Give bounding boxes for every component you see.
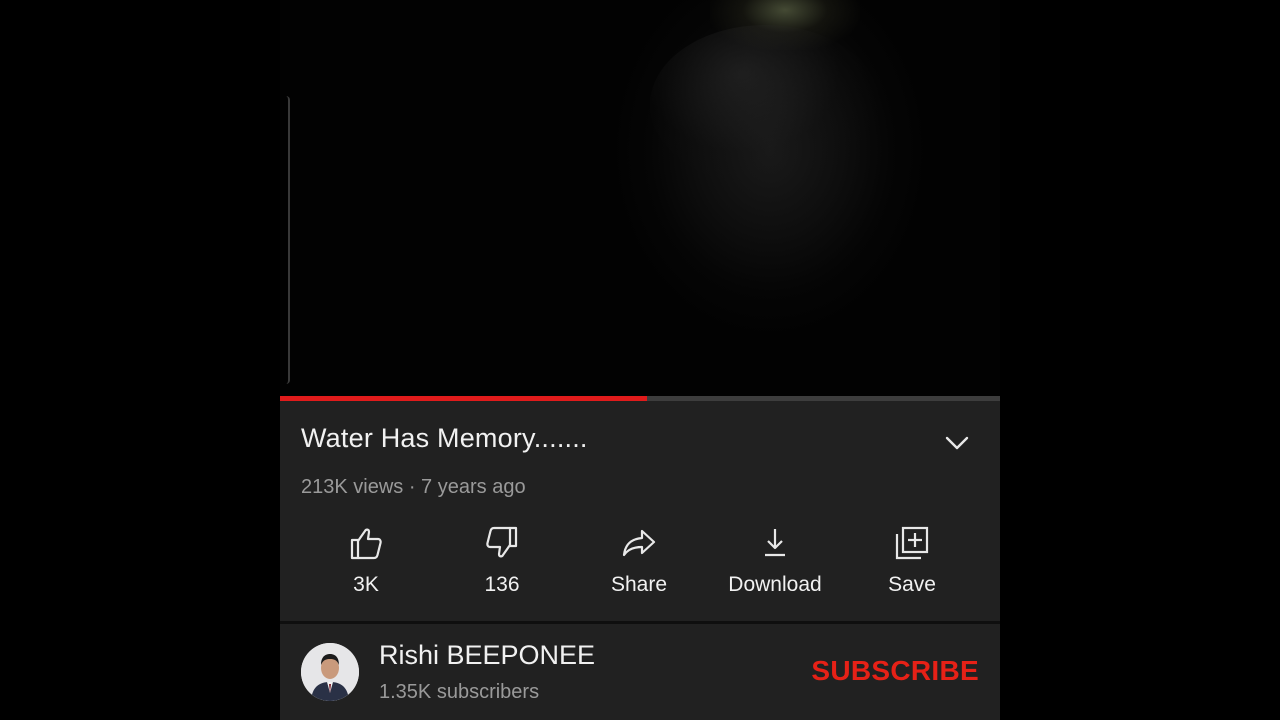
video-title: Water Has Memory....... xyxy=(301,423,588,453)
video-info-panel: Water Has Memory....... 213K views · 7 y… xyxy=(280,401,1000,621)
share-arrow-icon xyxy=(622,529,656,557)
download-icon xyxy=(765,529,785,557)
video-frame-subject xyxy=(650,25,880,185)
video-edge-mark xyxy=(280,96,290,384)
download-button[interactable]: Download xyxy=(710,523,840,603)
video-views-and-age: 213K views · 7 years ago xyxy=(301,476,526,498)
share-button[interactable]: Share xyxy=(574,523,704,603)
like-count: 3K xyxy=(353,573,379,596)
channel-row: Rishi BEEPONEE 1.35K subscribers SUBSCRI… xyxy=(280,624,1000,720)
chevron-down-icon xyxy=(945,436,969,450)
expand-description-button[interactable] xyxy=(940,429,974,457)
channel-name[interactable]: Rishi BEEPONEE xyxy=(379,640,595,671)
person-avatar-icon xyxy=(301,643,359,701)
subscriber-count: 1.35K subscribers xyxy=(379,681,540,703)
dislike-count: 136 xyxy=(484,573,520,596)
share-label: Share xyxy=(610,573,668,596)
save-button[interactable]: Save xyxy=(847,523,977,603)
video-action-bar: 3K 136 Share Download Save xyxy=(280,523,1000,603)
subscribe-button[interactable]: SUBSCRIBE xyxy=(811,655,979,687)
download-label: Download xyxy=(728,573,822,596)
thumbs-up-icon xyxy=(350,528,382,560)
like-button[interactable]: 3K xyxy=(301,523,431,603)
video-player[interactable] xyxy=(280,0,1000,396)
dislike-button[interactable]: 136 xyxy=(437,523,567,603)
thumbs-down-icon xyxy=(486,526,518,558)
youtube-watch-page: Water Has Memory....... 213K views · 7 y… xyxy=(280,0,1000,720)
save-label: Save xyxy=(888,573,936,596)
channel-avatar[interactable] xyxy=(301,643,359,701)
screen: Water Has Memory....... 213K views · 7 y… xyxy=(0,0,1280,720)
add-to-playlist-icon xyxy=(895,526,929,560)
